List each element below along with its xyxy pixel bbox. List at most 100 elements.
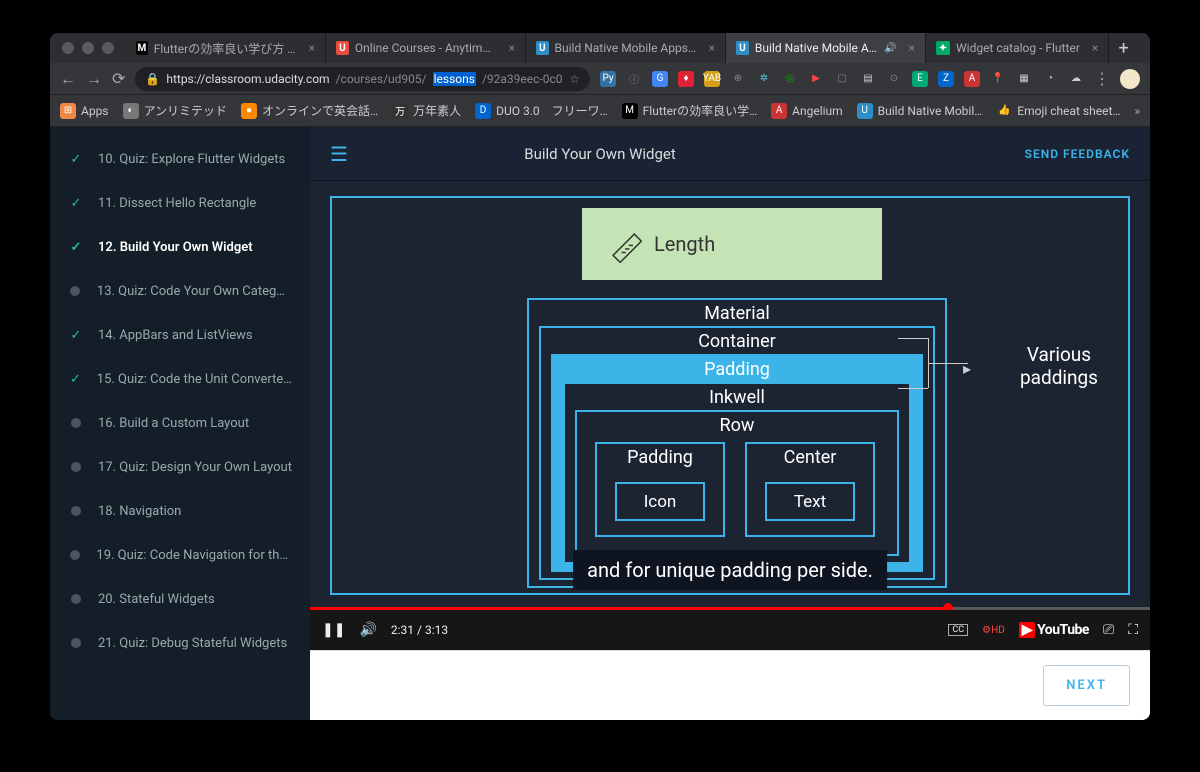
- bookmark-item[interactable]: UBuild Native Mobil…: [857, 103, 983, 119]
- lesson-item[interactable]: 16. Build a Custom Layout: [50, 401, 310, 445]
- lesson-item[interactable]: ✓12. Build Your Own Widget: [50, 225, 310, 269]
- padding-left-box: Padding Icon: [595, 442, 725, 537]
- close-tab-icon[interactable]: ×: [509, 41, 515, 55]
- ext-icon[interactable]: ⊙: [886, 71, 902, 87]
- ext-icon[interactable]: G: [652, 71, 668, 87]
- video-area: Length Material Container Padding Inkwel…: [310, 181, 1150, 720]
- ext-icon[interactable]: YAB: [704, 71, 720, 87]
- pause-button[interactable]: ❚❚: [322, 622, 345, 638]
- ext-icon[interactable]: ⊕: [730, 71, 746, 87]
- ext-icon[interactable]: ▶: [808, 71, 824, 87]
- page-title: Build Your Own Widget: [524, 145, 676, 163]
- ext-icon[interactable]: ⓘ: [626, 71, 642, 87]
- browser-tab[interactable]: UBuild Native Mobile Apps with×: [526, 33, 726, 63]
- ext-icon[interactable]: ◎: [782, 71, 798, 87]
- bullet-icon: [68, 591, 84, 607]
- url-path1: /courses/ud905/: [336, 72, 427, 86]
- cast-icon[interactable]: ⎚: [1103, 622, 1114, 638]
- ext-icon[interactable]: ☁: [1068, 71, 1084, 87]
- center-box: Center Text: [745, 442, 875, 537]
- lesson-title: 18. Navigation: [98, 504, 181, 519]
- bookmark-item[interactable]: AAngelium: [771, 103, 843, 119]
- ext-icon[interactable]: Py: [600, 71, 616, 87]
- ext-icon[interactable]: ✲: [756, 71, 772, 87]
- length-widget: Length: [582, 208, 882, 280]
- forward-button[interactable]: →: [86, 69, 102, 89]
- check-icon: ✓: [68, 151, 84, 167]
- bullet-icon: [68, 459, 84, 475]
- ext-icon[interactable]: 📍: [990, 71, 1006, 87]
- bookmark-item[interactable]: 万万年素人: [392, 102, 461, 119]
- back-button[interactable]: ←: [60, 69, 76, 89]
- icon-box: Icon: [615, 482, 705, 521]
- lesson-item[interactable]: 20. Stateful Widgets: [50, 577, 310, 621]
- check-icon: ✓: [68, 327, 84, 343]
- close-tab-icon[interactable]: ×: [309, 41, 315, 55]
- main-panel: ☰ Build Your Own Widget SEND FEEDBACK Le…: [310, 127, 1150, 720]
- cc-button[interactable]: CC: [948, 624, 968, 636]
- close-tab-icon[interactable]: ×: [1092, 41, 1098, 55]
- ext-icon[interactable]: ♦: [678, 71, 694, 87]
- ext-icon[interactable]: E: [912, 71, 928, 87]
- minimize-window[interactable]: [82, 42, 94, 54]
- lesson-title: 15. Quiz: Code the Unit Converter A…: [97, 372, 292, 387]
- lesson-item[interactable]: ✓11. Dissect Hello Rectangle: [50, 181, 310, 225]
- check-icon: ✓: [68, 195, 84, 211]
- send-feedback-link[interactable]: SEND FEEDBACK: [1025, 147, 1130, 161]
- lesson-item[interactable]: ✓15. Quiz: Code the Unit Converter A…: [50, 357, 310, 401]
- lesson-item[interactable]: 13. Quiz: Code Your Own Category …: [50, 269, 310, 313]
- address-bar[interactable]: 🔒 https://classroom.udacity.com/courses/…: [135, 67, 590, 91]
- video-player[interactable]: Length Material Container Padding Inkwel…: [310, 181, 1150, 650]
- bookmark-item[interactable]: 👍Emoji cheat sheet…: [996, 103, 1120, 119]
- close-window[interactable]: [62, 42, 74, 54]
- bookmark-item[interactable]: DDUO 3.0 フリーワ…: [475, 102, 608, 119]
- browser-tab[interactable]: UBuild Native Mobile Apps🔊×: [726, 33, 926, 63]
- lesson-item[interactable]: ✓10. Quiz: Explore Flutter Widgets: [50, 137, 310, 181]
- traffic-lights[interactable]: [62, 42, 114, 54]
- ext-icon[interactable]: Z: [938, 71, 954, 87]
- bullet-icon: [68, 503, 84, 519]
- ext-icon[interactable]: ◔: [1042, 71, 1058, 87]
- content-area: ✓10. Quiz: Explore Flutter Widgets✓11. D…: [50, 127, 1150, 720]
- text-box: Text: [765, 482, 855, 521]
- browser-tab[interactable]: MFlutterの効率良い学び方 - Flutte×: [126, 33, 326, 63]
- bookmarks-bar: ⊞Apps ◐アンリミテッド ●オンラインで英会話… 万万年素人 DDUO 3.0 フリ…: [50, 95, 1150, 127]
- new-tab-button[interactable]: +: [1109, 38, 1138, 59]
- ext-icon[interactable]: A: [964, 71, 980, 87]
- lesson-sidebar: ✓10. Quiz: Explore Flutter Widgets✓11. D…: [50, 127, 310, 720]
- bookmark-item[interactable]: ◐アンリミテッド: [123, 102, 228, 119]
- close-tab-icon[interactable]: ×: [709, 41, 715, 55]
- youtube-logo[interactable]: ▶YouTube: [1019, 622, 1089, 638]
- lesson-item[interactable]: 18. Navigation: [50, 489, 310, 533]
- fullscreen-icon[interactable]: ⛶: [1128, 622, 1138, 638]
- bookmark-item[interactable]: ●オンラインで英会話…: [241, 102, 378, 119]
- next-button[interactable]: NEXT: [1043, 665, 1130, 706]
- volume-icon[interactable]: 🔊: [359, 622, 376, 638]
- widget-tree: Material Container Padding Inkwell Row P…: [527, 298, 947, 588]
- bookmark-item[interactable]: ⊞Apps: [60, 103, 109, 119]
- url-host: https://classroom.udacity.com: [166, 72, 329, 86]
- lesson-item[interactable]: 19. Quiz: Code Navigation for the Un…: [50, 533, 310, 577]
- ext-icon[interactable]: ▢: [834, 71, 850, 87]
- bullet-icon: [68, 283, 83, 299]
- maximize-window[interactable]: [102, 42, 114, 54]
- ext-icon[interactable]: ▦: [1016, 71, 1032, 87]
- profile-avatar[interactable]: [1120, 69, 1140, 89]
- menu-icon[interactable]: ⋮: [1094, 69, 1110, 88]
- lock-icon: 🔒: [145, 72, 160, 86]
- lesson-item[interactable]: 21. Quiz: Debug Stateful Widgets: [50, 621, 310, 665]
- menu-icon[interactable]: ☰: [330, 142, 348, 166]
- browser-tab[interactable]: ✦Widget catalog - Flutter×: [926, 33, 1109, 63]
- titlebar: MFlutterの効率良い学び方 - Flutte×UOnline Course…: [50, 33, 1150, 63]
- reload-button[interactable]: ⟳: [112, 69, 125, 88]
- bullet-icon: [68, 415, 84, 431]
- lesson-item[interactable]: ✓14. AppBars and ListViews: [50, 313, 310, 357]
- hd-button[interactable]: ⚙HD: [982, 625, 1005, 636]
- close-tab-icon[interactable]: ×: [909, 41, 915, 55]
- star-icon[interactable]: ☆: [569, 72, 580, 86]
- lesson-item[interactable]: 17. Quiz: Design Your Own Layout: [50, 445, 310, 489]
- browser-tab[interactable]: UOnline Courses - Anytime, An×: [326, 33, 526, 63]
- bookmark-item[interactable]: MFlutterの効率良い学…: [622, 102, 757, 119]
- bookmarks-overflow[interactable]: »: [1134, 104, 1140, 118]
- ext-icon[interactable]: ▤: [860, 71, 876, 87]
